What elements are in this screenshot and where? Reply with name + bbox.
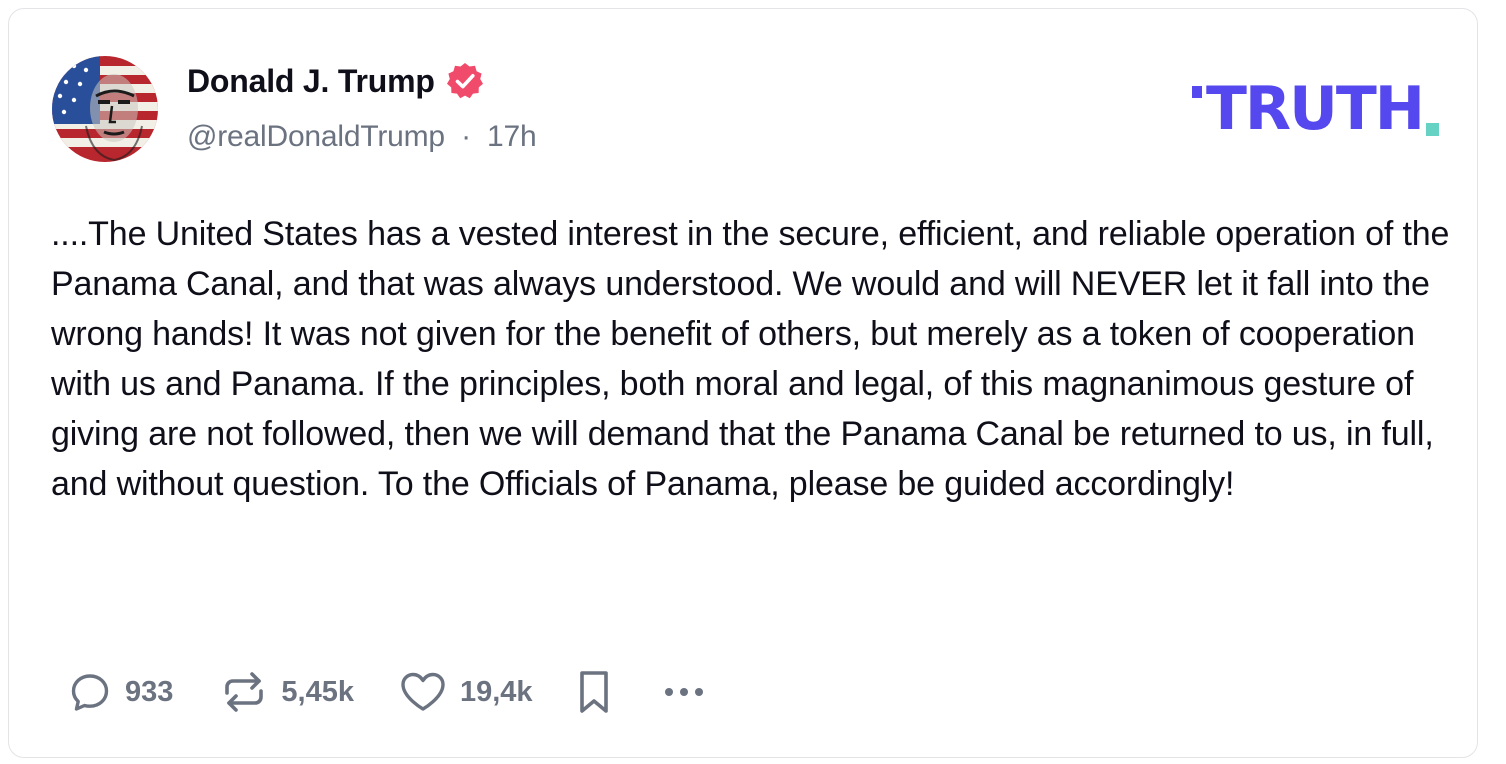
post-card: Donald J. Trump @realDonaldTrump · 17h T… <box>8 8 1478 758</box>
reply-count: 933 <box>125 675 174 708</box>
retruth-button[interactable]: 5,45k <box>219 669 354 715</box>
reply-button[interactable]: 933 <box>67 669 173 715</box>
author-handle[interactable]: @realDonaldTrump <box>187 120 445 153</box>
avatar-image <box>52 56 158 162</box>
meta-separator: · <box>461 120 471 153</box>
truth-logo: TRUTH <box>1192 74 1439 144</box>
author-meta: @realDonaldTrump · 17h <box>187 120 537 154</box>
like-count: 19,4k <box>459 675 533 708</box>
verified-badge-icon <box>445 61 485 101</box>
like-button[interactable]: 19,4k <box>398 669 533 715</box>
post-actions-bar: 933 5,45k 19,4k <box>67 664 709 720</box>
truth-logo-tick <box>1192 86 1202 98</box>
more-dots-icon <box>664 688 703 696</box>
author-name-row: Donald J. Trump <box>187 59 485 103</box>
truth-logo-wordmark: TRUTH <box>1206 74 1425 144</box>
post-timestamp[interactable]: 17h <box>487 120 537 153</box>
reply-bubble-icon <box>71 674 109 711</box>
avatar[interactable] <box>52 56 158 162</box>
bookmark-button[interactable] <box>573 667 615 717</box>
heart-icon <box>401 672 445 711</box>
truth-logo-dot <box>1426 123 1439 136</box>
retruth-count: 5,45k <box>281 675 354 708</box>
post-body-text: ....The United States has a vested inter… <box>51 215 1450 503</box>
bookmark-icon <box>579 671 608 713</box>
retruth-icon <box>225 672 264 712</box>
author-display-name[interactable]: Donald J. Trump <box>187 63 435 100</box>
more-options-button[interactable] <box>659 669 709 715</box>
